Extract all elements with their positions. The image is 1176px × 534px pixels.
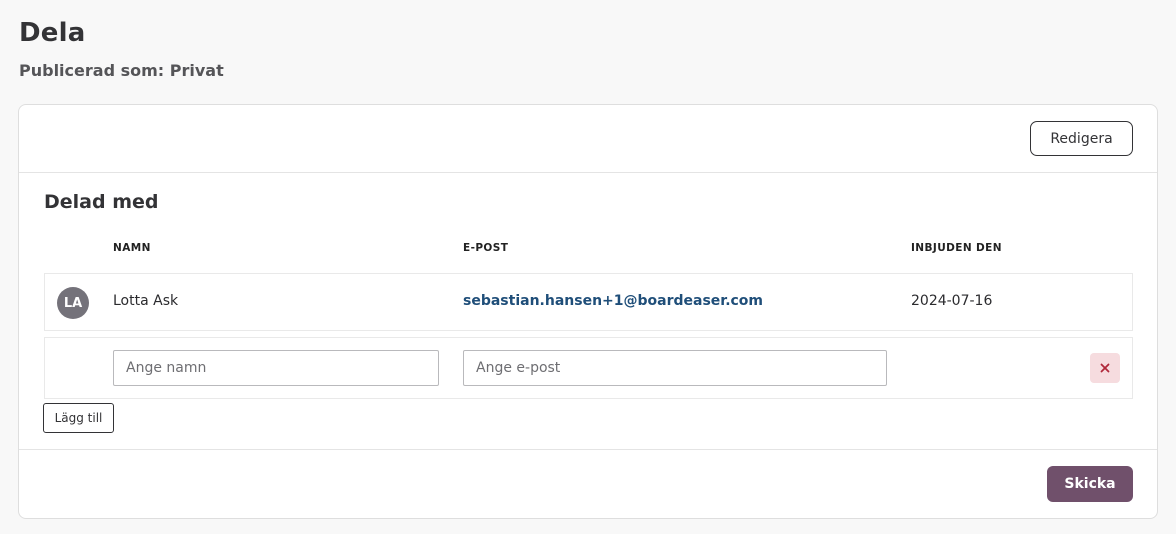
column-header-email: E-POST [463, 242, 509, 254]
share-card: Redigera Delad med NAMN E-POST INBJUDEN … [18, 104, 1158, 519]
name-input[interactable] [113, 350, 439, 386]
member-name: Lotta Ask [113, 293, 179, 309]
page-title: Dela [19, 18, 86, 48]
close-icon [1100, 363, 1110, 373]
column-header-invited: INBJUDEN DEN [911, 242, 1002, 254]
remove-row-button[interactable] [1090, 353, 1120, 383]
edit-button[interactable]: Redigera [1030, 121, 1133, 156]
card-header: Redigera [19, 105, 1157, 173]
share-page: Dela Publicerad som: Privat Redigera Del… [0, 0, 1176, 534]
new-member-row [44, 337, 1133, 399]
table-row: LA Lotta Ask sebastian.hansen+1@boardeas… [44, 273, 1133, 331]
email-input[interactable] [463, 350, 887, 386]
member-invited-date: 2024-07-16 [911, 293, 993, 309]
add-member-button[interactable]: Lägg till [43, 403, 114, 433]
member-email-link[interactable]: sebastian.hansen+1@boardeaser.com [463, 293, 763, 309]
send-button[interactable]: Skicka [1047, 466, 1133, 502]
card-footer: Skicka [19, 449, 1157, 520]
column-header-name: NAMN [113, 242, 151, 254]
avatar: LA [57, 287, 89, 319]
publish-status: Publicerad som: Privat [19, 61, 224, 80]
section-title: Delad med [44, 191, 159, 213]
